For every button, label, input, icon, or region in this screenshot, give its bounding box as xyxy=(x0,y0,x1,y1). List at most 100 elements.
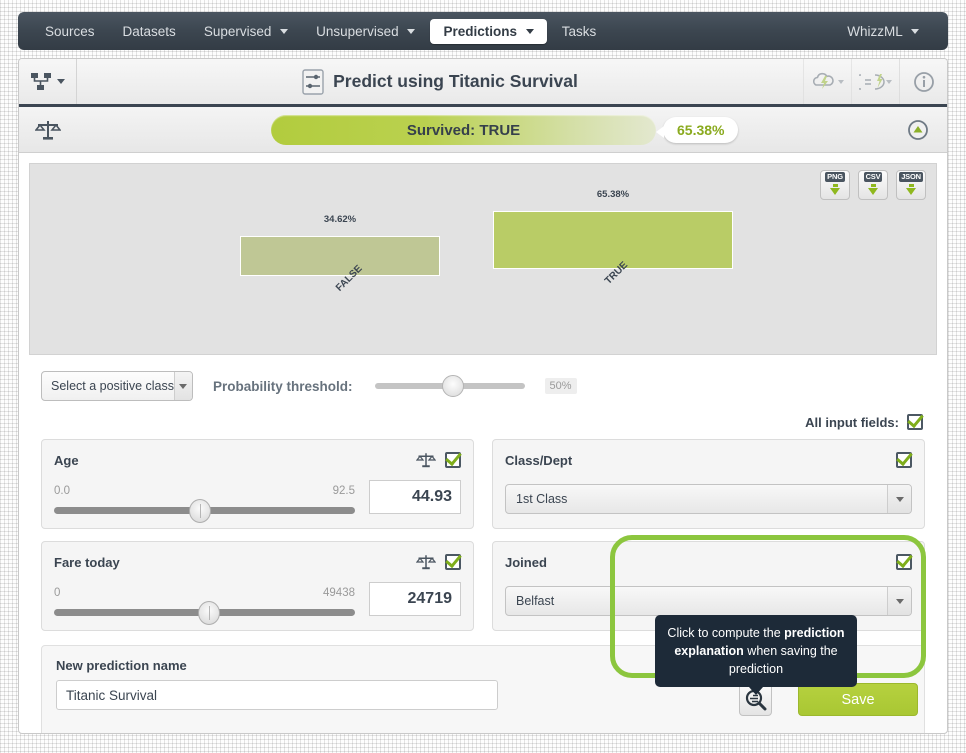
age-slider[interactable] xyxy=(54,499,355,523)
all-input-fields-label: All input fields: xyxy=(805,414,899,430)
model-tree-menu-button[interactable] xyxy=(19,59,77,104)
slider-handle[interactable] xyxy=(441,375,464,397)
nav-item-tasks[interactable]: Tasks xyxy=(549,19,610,44)
prediction-label-text: Survived: TRUE xyxy=(406,121,521,139)
positive-class-value: Select a positive class xyxy=(51,379,174,393)
field-header-icons xyxy=(896,452,912,468)
download-arrow-icon xyxy=(868,187,878,195)
main-navigation-bar: Sources Datasets Supervised Unsupervised… xyxy=(18,12,948,50)
prediction-summary: Survived: TRUE 65.38% xyxy=(271,115,739,145)
field-header: Fare today xyxy=(54,552,461,572)
prediction-confidence-text: 65.38% xyxy=(677,122,725,138)
prediction-confidence-badge: 65.38% xyxy=(655,117,739,143)
balance-scale-icon[interactable] xyxy=(416,553,436,571)
nav-item-whizzml[interactable]: WhizzML xyxy=(834,19,932,44)
field-header-icons xyxy=(416,553,461,571)
tooltip-text-part-2: when saving the prediction xyxy=(728,644,838,677)
field-enabled-checkbox[interactable] xyxy=(896,554,912,570)
nav-item-label: Predictions xyxy=(443,23,517,39)
lightning-cloud-icon[interactable] xyxy=(803,59,851,104)
field-header-icons xyxy=(896,554,912,570)
chevron-down-icon xyxy=(280,29,289,35)
prediction-result-bar: Survived: TRUE 65.38% xyxy=(19,107,947,153)
probability-threshold-slider[interactable] xyxy=(374,375,525,397)
prediction-distribution-chart: PNG CSV JSON 34.62% FALSE 65.38% TRUE xyxy=(29,163,937,355)
chart-bar-false xyxy=(240,236,440,276)
field-label: Class/Dept xyxy=(505,452,573,468)
class-dept-select[interactable]: 1st Class xyxy=(505,484,912,514)
field-header: Class/Dept xyxy=(505,450,912,470)
download-arrow-icon xyxy=(870,183,876,187)
chart-bar-group: 34.62% FALSE xyxy=(230,214,450,344)
all-input-fields-row: All input fields: xyxy=(19,409,947,435)
batch-prediction-icon[interactable] xyxy=(851,59,899,104)
field-enabled-checkbox[interactable] xyxy=(445,554,461,570)
chevron-down-icon xyxy=(911,29,919,35)
field-value: 1st Class xyxy=(516,492,568,506)
chevron-down-icon xyxy=(525,29,534,35)
slider-min-label: 0.0 xyxy=(54,485,70,497)
chart-bar-group: 65.38% TRUE xyxy=(483,189,743,344)
balance-scale-icon xyxy=(19,118,77,142)
download-arrow-icon xyxy=(906,187,916,195)
probability-threshold-value: 50% xyxy=(544,378,577,394)
all-input-fields-checkbox[interactable] xyxy=(907,414,923,430)
tooltip-text-part-1: Click to compute the xyxy=(667,626,785,640)
field-label: Joined xyxy=(505,554,547,570)
field-enabled-checkbox[interactable] xyxy=(445,452,461,468)
export-json-button[interactable]: JSON xyxy=(896,170,926,200)
fare-today-value-input[interactable]: 24719 xyxy=(369,582,461,616)
chevron-down-icon xyxy=(57,79,65,84)
bar-value-label: 34.62% xyxy=(323,214,357,225)
balance-scale-icon[interactable] xyxy=(416,451,436,469)
export-png-button[interactable]: PNG xyxy=(820,170,850,200)
collapse-up-icon[interactable] xyxy=(907,119,929,141)
nav-item-datasets[interactable]: Datasets xyxy=(110,19,189,44)
field-label: Age xyxy=(54,452,79,468)
slider-handle[interactable] xyxy=(198,601,221,625)
input-fields-grid: Age 0.0 92.5 44.93 Class/Dept 1st Class … xyxy=(19,435,947,631)
field-enabled-checkbox[interactable] xyxy=(896,452,912,468)
model-tree-icon xyxy=(31,72,51,90)
prediction-explanation-tooltip: Click to compute the prediction explanat… xyxy=(655,615,857,696)
probability-threshold-label: Probability threshold: xyxy=(213,378,353,394)
field-value: 44.93 xyxy=(411,488,452,505)
save-button-label: Save xyxy=(841,691,875,708)
fare-today-slider[interactable] xyxy=(54,601,355,625)
joined-select[interactable]: Belfast xyxy=(505,586,912,616)
prediction-label-pill: Survived: TRUE xyxy=(271,115,656,145)
chevron-down-icon xyxy=(887,485,911,513)
nav-item-unsupervised[interactable]: Unsupervised xyxy=(303,19,428,44)
panel-title-actions xyxy=(803,59,947,104)
age-value-input[interactable]: 44.93 xyxy=(369,480,461,514)
positive-class-select[interactable]: Select a positive class xyxy=(41,371,193,401)
field-value: 24719 xyxy=(407,590,453,607)
chart-export-buttons: PNG CSV JSON xyxy=(820,170,926,200)
info-icon[interactable] xyxy=(899,59,947,104)
chevron-down-icon xyxy=(837,79,844,84)
save-button[interactable]: Save xyxy=(798,683,918,716)
new-prediction-name-input[interactable]: Titanic Survival xyxy=(56,680,498,710)
chart-bar-true xyxy=(493,211,733,269)
slider-handle[interactable] xyxy=(189,499,212,523)
export-format-label: PNG xyxy=(825,172,845,182)
field-body: 0.0 92.5 44.93 xyxy=(54,480,461,523)
nav-item-supervised[interactable]: Supervised xyxy=(191,19,301,44)
bar-value-label: 65.38% xyxy=(596,189,630,200)
chevron-down-icon xyxy=(173,372,192,400)
nav-item-label: Tasks xyxy=(561,23,597,39)
field-header: Joined xyxy=(505,552,912,572)
nav-item-label: Supervised xyxy=(203,23,272,39)
field-body: 0 49438 24719 xyxy=(54,582,461,625)
chevron-down-icon xyxy=(886,79,892,84)
nav-item-sources[interactable]: Sources xyxy=(32,19,108,44)
chevron-down-icon xyxy=(887,587,911,615)
download-arrow-icon xyxy=(908,183,914,187)
nav-item-label: WhizzML xyxy=(847,23,903,39)
slider-min-label: 0 xyxy=(54,587,61,599)
export-csv-button[interactable]: CSV xyxy=(858,170,888,200)
nav-item-predictions[interactable]: Predictions xyxy=(430,18,547,44)
nav-item-label: Unsupervised xyxy=(316,23,399,39)
page-title: Predict using Titanic Survival xyxy=(333,71,578,91)
field-header-icons xyxy=(416,451,461,469)
